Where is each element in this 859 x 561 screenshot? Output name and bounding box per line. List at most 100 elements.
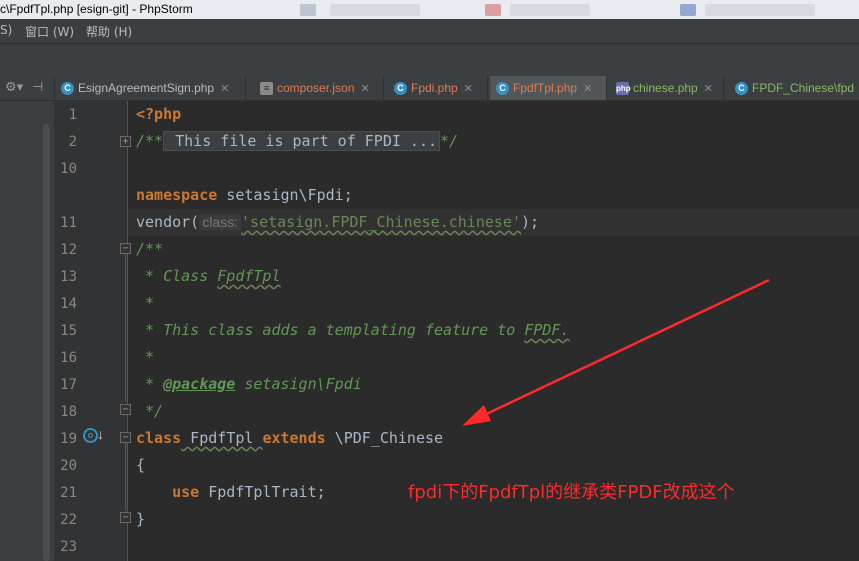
- code-line-20: {: [136, 456, 145, 474]
- doc-description-fpdf: FPDF.: [524, 321, 570, 339]
- line-number: 21: [60, 485, 77, 501]
- background-taskbar-item: [510, 4, 590, 16]
- vendor-string: 'setasign.FPDF_Chinese.chinese': [241, 213, 521, 231]
- doc-package-value: setasign\Fpdi: [235, 375, 362, 393]
- go-to-super-icon[interactable]: ↓: [97, 426, 104, 442]
- line-number: 17: [60, 377, 77, 393]
- line-number: 20: [60, 458, 77, 474]
- expand-fold-icon[interactable]: +: [120, 136, 131, 147]
- gear-icon[interactable]: ⚙▾: [5, 79, 23, 95]
- line-number: 2: [68, 134, 77, 150]
- php-file-icon: php: [616, 81, 631, 95]
- vendor-call: vendor(: [136, 213, 200, 231]
- editor-tab-bar: C EsignAgreementSign.php ✕ ≡ composer.js…: [55, 76, 859, 101]
- code-line-22: }: [136, 510, 145, 528]
- php-class-icon: C: [61, 81, 74, 95]
- doc-comment-end: */: [440, 132, 459, 150]
- doc-package-tag: @package: [163, 375, 236, 393]
- brace-open: {: [136, 456, 146, 474]
- line-number: 18: [60, 404, 77, 420]
- php-class-icon: C: [496, 81, 509, 95]
- class-keyword: class: [136, 429, 182, 447]
- php-open-tag: <?php: [136, 105, 182, 123]
- line-number: 16: [60, 350, 77, 366]
- doc-package-prefix: *: [136, 375, 164, 393]
- collapse-fold-icon[interactable]: −: [120, 512, 131, 523]
- menu-bar: S) 窗口 (W) 帮助 (H): [0, 19, 859, 44]
- code-line-13: * Class FpdfTpl: [136, 267, 281, 285]
- brace-close: }: [136, 510, 146, 528]
- code-line-14: *: [136, 294, 154, 312]
- close-icon[interactable]: ✕: [360, 82, 369, 95]
- line-number: 1: [68, 107, 77, 123]
- tab-fpdi-php[interactable]: C Fpdi.php ✕: [388, 76, 488, 100]
- collapse-fold-icon[interactable]: −: [120, 432, 131, 443]
- parent-class: \PDF_Chinese: [325, 429, 444, 447]
- folded-comment-region[interactable]: This file is part of FPDI ...: [163, 131, 441, 151]
- background-taskbar-item: [680, 4, 696, 16]
- line-number: 11: [60, 215, 77, 231]
- implements-icon[interactable]: o: [83, 428, 98, 443]
- tab-label: FpdfTpl.php: [513, 81, 578, 95]
- code-line-15: * This class adds a templating feature t…: [136, 321, 569, 339]
- background-taskbar-item: [705, 4, 815, 16]
- menu-item-window[interactable]: 窗口 (W): [25, 23, 74, 40]
- line-number: 13: [60, 269, 77, 285]
- fold-guide: [125, 254, 126, 402]
- window-titlebar: c\FpdfTpl.php [esign-git] - PhpStorm: [0, 0, 859, 19]
- line-number: 15: [60, 323, 77, 339]
- line-number: 10: [60, 161, 77, 177]
- project-panel-header: ⚙▾ ⊣: [0, 76, 54, 101]
- use-keyword: use: [136, 483, 200, 501]
- doc-class-name: FpdfTpl: [217, 267, 281, 285]
- collapse-fold-icon[interactable]: −: [120, 404, 131, 415]
- code-line-16: *: [136, 348, 154, 366]
- doc-comment-start: /**: [136, 132, 164, 150]
- php-class-icon: C: [394, 81, 407, 95]
- doc-description: * This class adds a templating feature t…: [136, 321, 525, 339]
- menu-item-truncated[interactable]: S): [0, 23, 12, 37]
- tab-label: EsignAgreementSign.php: [78, 81, 215, 95]
- doc-star: *: [136, 294, 155, 312]
- json-file-icon: ≡: [260, 81, 273, 95]
- fold-guide: [125, 443, 126, 511]
- tab-fpdftpl-php[interactable]: C FpdfTpl.php ✕: [490, 76, 607, 100]
- tab-esign-agreement-sign[interactable]: C EsignAgreementSign.php ✕: [55, 76, 246, 100]
- menu-item-help[interactable]: 帮助 (H): [86, 23, 132, 40]
- doc-class-prefix: * Class: [136, 267, 218, 285]
- collapse-fold-icon[interactable]: −: [120, 243, 131, 254]
- use-trait: FpdfTplTrait;: [199, 483, 326, 501]
- code-line-18: */: [136, 402, 163, 420]
- doc-star: *: [136, 348, 155, 366]
- tab-label: FPDF_Chinese\fpd: [752, 81, 855, 95]
- tab-fpdf-chinese[interactable]: C FPDF_Chinese\fpd: [729, 76, 859, 100]
- code-line-21: use FpdfTplTrait;: [136, 483, 326, 501]
- hide-panel-icon[interactable]: ⊣: [32, 79, 43, 95]
- close-icon[interactable]: ✕: [220, 82, 229, 95]
- tab-chinese-php[interactable]: php chinese.php ✕: [610, 76, 724, 100]
- tab-composer-json[interactable]: ≡ composer.json ✕: [254, 76, 384, 100]
- class-name: FpdfTpl: [181, 429, 263, 447]
- code-line-17: * @package setasign\Fpdi: [136, 375, 362, 393]
- tab-label: chinese.php: [633, 81, 698, 95]
- doc-comment-close: */: [136, 402, 164, 420]
- annotation-text: fpdi下的FpdfTpl的继承类FPDF改成这个: [408, 482, 735, 503]
- background-taskbar-item: [300, 4, 316, 16]
- code-line-19: class FpdfTpl extends \PDF_Chinese: [136, 429, 443, 447]
- tab-label: Fpdi.php: [411, 81, 458, 95]
- parameter-hint: class:: [199, 214, 242, 230]
- close-icon[interactable]: ✕: [704, 82, 713, 95]
- close-icon[interactable]: ✕: [583, 82, 592, 95]
- line-number: 14: [60, 296, 77, 312]
- background-taskbar-item: [485, 4, 501, 16]
- window-title: c\FpdfTpl.php [esign-git] - PhpStorm: [0, 2, 193, 16]
- project-panel-scrollbar[interactable]: [43, 124, 50, 561]
- close-icon[interactable]: ✕: [464, 82, 473, 95]
- extends-keyword: extends: [262, 429, 326, 447]
- background-taskbar-item: [330, 4, 420, 16]
- toolbar: [0, 44, 859, 77]
- namespace-keyword: namespace: [136, 186, 218, 204]
- code-line-10: namespace setasign\Fpdi;: [136, 186, 353, 204]
- project-tool-window: ⚙▾ ⊣: [0, 76, 55, 561]
- line-number: 23: [60, 539, 77, 555]
